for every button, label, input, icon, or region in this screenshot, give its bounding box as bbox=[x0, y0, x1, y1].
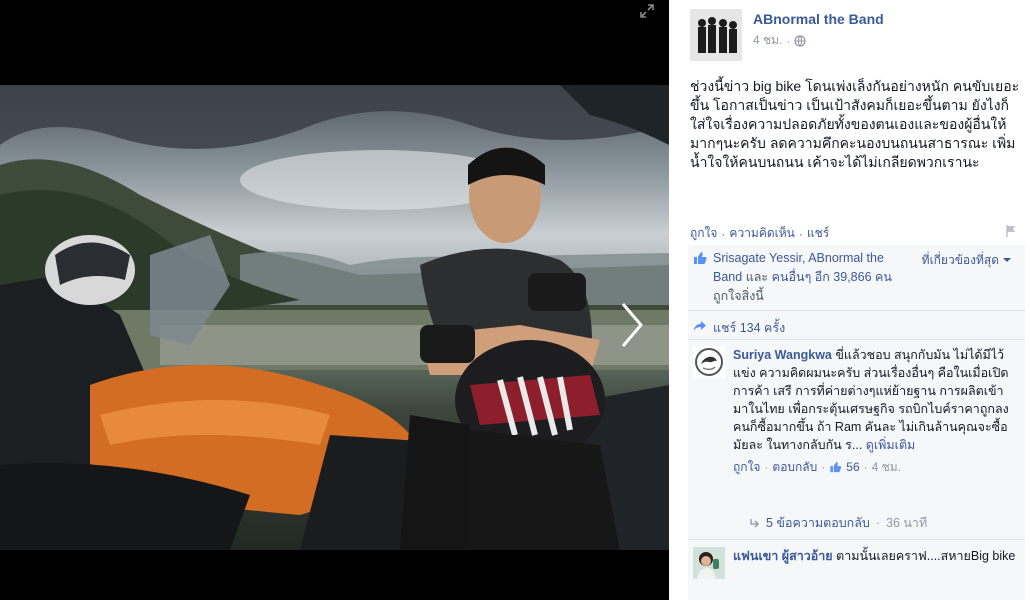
comment-body: Suriya Wangkwa ขี่แล้วชอบ สนุกกับมัน ไม่… bbox=[733, 346, 1018, 476]
meta-separator: · bbox=[863, 460, 868, 474]
meta-separator: · bbox=[821, 460, 826, 474]
comment-author[interactable]: แฟนเขา ผู้สาวอ้าย bbox=[733, 549, 833, 563]
meta-separator: · bbox=[764, 460, 769, 474]
replies-count[interactable]: 5 ข้อความตอบกลับ bbox=[766, 513, 870, 533]
commenter-avatar[interactable] bbox=[693, 547, 725, 579]
comment-meta: ถูกใจ · ตอบกลับ · 56 · 4 ชม. bbox=[733, 458, 1018, 476]
replies-time: 36 นาที bbox=[886, 516, 928, 530]
post-actions: ถูกใจ · ความคิดเห็น · แชร์ bbox=[690, 224, 1020, 243]
share-arrow-icon bbox=[694, 321, 706, 331]
post-header: ABnormal the Band 4 ชม. · bbox=[690, 9, 1020, 61]
view-replies[interactable]: 5 ข้อความตอบกลับ · 36 นาที bbox=[750, 513, 927, 533]
shares-summary: แชร์ 134 ครั้ง bbox=[688, 312, 1025, 340]
page-avatar[interactable] bbox=[690, 9, 742, 61]
photo-scene bbox=[0, 85, 669, 550]
action-separator: · bbox=[798, 226, 803, 241]
action-separator: · bbox=[721, 226, 726, 241]
globe-icon[interactable] bbox=[794, 34, 807, 47]
other-likers-link[interactable]: คนอื่นๆ อีก 39,866 คน bbox=[772, 270, 892, 284]
comment-text: ตามนั้นเลยคราฟ....สหายBig bike bbox=[836, 549, 1016, 563]
next-photo-chevron-right-icon[interactable] bbox=[617, 300, 647, 350]
post-message: ช่วงนี้ข่าว big bike โดนเพ่งเล็งกันอย่าง… bbox=[690, 78, 1020, 170]
dragon-avatar-icon bbox=[693, 346, 725, 378]
thumbs-up-icon bbox=[830, 461, 842, 473]
comment-author[interactable]: Suriya Wangkwa bbox=[733, 348, 832, 362]
likes-connector: และ bbox=[745, 270, 769, 284]
meta-separator: · bbox=[786, 33, 791, 48]
comment-like-button[interactable]: ถูกใจ bbox=[733, 458, 760, 476]
likes-text: Srisagate Yessir, ABnormal the Band และ … bbox=[713, 249, 913, 306]
divider bbox=[688, 539, 1025, 540]
see-more-link[interactable]: ดูเพิ่มเติม bbox=[866, 438, 916, 452]
comment-body: แฟนเขา ผู้สาวอ้าย ตามนั้นเลยคราฟ....สหาย… bbox=[733, 547, 1018, 565]
comment-reply-button[interactable]: ตอบกลับ bbox=[772, 458, 817, 476]
post-time[interactable]: 4 ชม. bbox=[753, 31, 782, 50]
feedback-section: Srisagate Yessir, ABnormal the Band และ … bbox=[688, 245, 1025, 600]
likes-suffix: ถูกใจสิ่งนี้ bbox=[713, 289, 764, 303]
comment-time[interactable]: 4 ชม. bbox=[872, 458, 901, 476]
share-button[interactable]: แชร์ bbox=[807, 224, 829, 243]
shares-count-link[interactable]: แชร์ 134 ครั้ง bbox=[713, 318, 785, 338]
comment-text: ขี่แล้วชอบ สนุกกับมัน ไม่ได้มีไว้แข่ง คว… bbox=[733, 348, 1009, 452]
flag-icon[interactable] bbox=[1004, 224, 1018, 238]
post-meta: 4 ชม. · bbox=[753, 31, 807, 50]
post-photo bbox=[0, 85, 669, 550]
person-avatar-icon bbox=[693, 547, 725, 579]
meta-separator: · bbox=[875, 516, 881, 530]
band-photo-icon bbox=[690, 9, 742, 61]
photo-stage bbox=[0, 0, 669, 600]
post-author-name[interactable]: ABnormal the Band bbox=[753, 11, 884, 27]
thumbs-up-icon bbox=[694, 252, 707, 264]
reply-arrow-icon bbox=[750, 519, 759, 528]
like-button[interactable]: ถูกใจ bbox=[690, 224, 717, 243]
comment-sort-dropdown[interactable]: ที่เกี่ยวข้องที่สุด bbox=[922, 251, 1011, 270]
commenter-avatar[interactable] bbox=[693, 346, 725, 378]
comment-like-count[interactable]: 56 bbox=[846, 458, 859, 476]
comment-button[interactable]: ความคิดเห็น bbox=[729, 224, 794, 243]
post-details-panel: ABnormal the Band 4 ชม. · ช่วงนี้ข่าว bi… bbox=[669, 0, 1030, 600]
expand-arrows-icon[interactable] bbox=[639, 3, 655, 19]
likes-summary: Srisagate Yessir, ABnormal the Band และ … bbox=[688, 245, 1025, 311]
